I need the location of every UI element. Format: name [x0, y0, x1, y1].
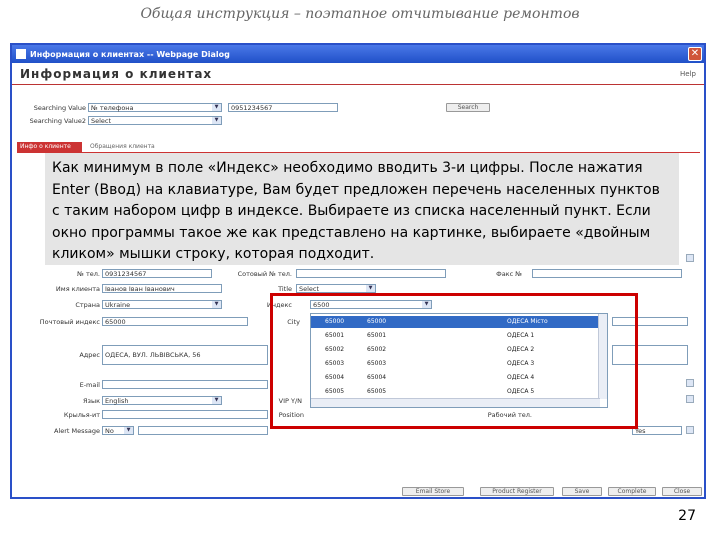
page-header: Информация о клиентах Help: [12, 63, 704, 85]
list-item-code: 65003: [325, 360, 345, 367]
fax-label: Факс №: [496, 270, 522, 278]
mobile-label: Сотовый № тел.: [237, 270, 292, 278]
work-field[interactable]: [102, 410, 268, 419]
list-item-city: ОДЕСА Місто: [507, 318, 548, 325]
mobile-field[interactable]: [296, 269, 446, 278]
search-label-2: Searching Value2: [29, 117, 86, 125]
list-item-city: ОДЕСА 4: [507, 374, 535, 381]
page-title: Информация о клиентах: [20, 66, 213, 81]
tab-client-info[interactable]: Инфо о клиенте: [17, 142, 82, 152]
lang-select[interactable]: English ▼: [102, 396, 222, 405]
scroll-icon[interactable]: [686, 395, 694, 403]
list-item-city: ОДЕСА 3: [507, 360, 535, 367]
address-label: Адрес: [79, 351, 100, 359]
email-label: E-mail: [79, 381, 100, 389]
list-item[interactable]: 65004 65004 ОДЕСА 4: [311, 372, 599, 384]
country-select-value: Ukraine: [105, 301, 131, 309]
list-item-code: 65005: [325, 388, 345, 395]
list-item-code: 65001: [325, 332, 345, 339]
postal-field[interactable]: 65000: [102, 317, 248, 326]
list-item-index: 65003: [367, 360, 387, 367]
list-item-city: ОДЕСА 2: [507, 346, 535, 353]
name-label: Имя клиента: [55, 285, 100, 293]
search-label-1: Searching Value: [33, 104, 86, 112]
search-select-1[interactable]: № телефона ▼: [88, 103, 222, 112]
title-select-value: Select: [299, 285, 320, 293]
list-item-code: 65002: [325, 346, 345, 353]
name-field[interactable]: Іванов Іван Іванович: [102, 284, 222, 293]
alert-label: Alert Message: [53, 427, 100, 435]
close-icon[interactable]: ✕: [688, 47, 702, 61]
dropdown-scrollbar-vertical[interactable]: [598, 314, 607, 399]
search-select-1-value: № телефона: [91, 104, 134, 112]
address-field[interactable]: ОДЕСА, ВУЛ. ЛЬВІВСЬКА, 56: [102, 345, 268, 365]
list-item-code: 65004: [325, 374, 345, 381]
country-select[interactable]: Ukraine ▼: [102, 300, 222, 309]
list-item-index: 65000: [367, 318, 387, 325]
chevron-down-icon: ▼: [212, 104, 221, 111]
page-number: 27: [678, 508, 696, 524]
list-item[interactable]: 65003 65003 ОДЕСА 3: [311, 358, 599, 370]
chevron-down-icon: ▼: [212, 301, 221, 308]
search-button[interactable]: Search: [446, 103, 490, 112]
scroll-icon[interactable]: [686, 254, 694, 262]
list-item-code: 65000: [325, 318, 345, 325]
list-item[interactable]: 65000 65000 ОДЕСА Місто: [311, 316, 599, 328]
search-select-2-value: Select: [91, 117, 112, 125]
lang-select-value: English: [105, 397, 129, 405]
alert-text-field[interactable]: [138, 426, 268, 435]
search-select-2[interactable]: Select ▼: [88, 116, 222, 125]
close-button[interactable]: Close: [662, 487, 702, 496]
list-item-index: 65001: [367, 332, 387, 339]
window-title: Информация о клиентах -- Webpage Dialog: [30, 49, 230, 59]
instruction-callout: Как минимум в поле «Индекс» необходимо в…: [45, 153, 679, 265]
list-item-index: 65005: [367, 388, 387, 395]
work-label: Крылья-ит: [63, 411, 100, 419]
list-item[interactable]: 65002 65002 ОДЕСА 2: [311, 344, 599, 356]
postal-label: Почтовый индекс: [39, 318, 100, 326]
title-select[interactable]: Select ▼: [296, 284, 376, 293]
search-input[interactable]: 0951234567: [228, 103, 338, 112]
list-item[interactable]: 65001 65001 ОДЕСА 1: [311, 330, 599, 342]
phone-label: № тел.: [77, 270, 100, 278]
yes-field[interactable]: Yes: [632, 426, 682, 435]
product-register-button[interactable]: Product Register: [480, 487, 554, 496]
email-store-button[interactable]: Email Store: [402, 487, 464, 496]
list-item[interactable]: 65005 65005 ОДЕСА 5: [311, 386, 599, 398]
tab-client-requests[interactable]: Обращения клиента: [90, 142, 170, 152]
fax-field[interactable]: [532, 269, 682, 278]
country-label: Страна: [75, 301, 100, 309]
list-item-city: ОДЕСА 5: [507, 388, 535, 395]
dropdown-scrollbar-horizontal[interactable]: [311, 398, 600, 407]
help-link[interactable]: Help: [680, 70, 696, 78]
list-item-city: ОДЕСА 1: [507, 332, 535, 339]
list-item-index: 65004: [367, 374, 387, 381]
phone-field[interactable]: 0931234567: [102, 269, 212, 278]
chevron-down-icon: ▼: [366, 285, 375, 292]
dialog-window: Информация о клиентах -- Webpage Dialog …: [10, 43, 706, 499]
scroll-icon[interactable]: [686, 426, 694, 434]
chevron-down-icon: ▼: [212, 397, 221, 404]
app-icon: [16, 49, 26, 59]
window-titlebar[interactable]: Информация о клиентах -- Webpage Dialog …: [12, 45, 704, 63]
complete-button[interactable]: Complete: [608, 487, 656, 496]
list-item-index: 65002: [367, 346, 387, 353]
scroll-icon[interactable]: [686, 379, 694, 387]
title-label: Title: [278, 285, 292, 293]
slide-title: Общая инструкция – поэтапное отчитывание…: [140, 6, 580, 22]
chevron-down-icon: ▼: [124, 427, 133, 434]
chevron-down-icon: ▼: [212, 117, 221, 124]
locality-dropdown[interactable]: 65000 65000 ОДЕСА Місто 65001 65001 ОДЕСА 1 …: [310, 313, 608, 408]
alert-select[interactable]: No ▼: [102, 426, 134, 435]
lang-label: Язык: [82, 397, 100, 405]
email-field[interactable]: [102, 380, 268, 389]
action-bar: Email Store Product Register Save Comple…: [14, 487, 704, 499]
save-button[interactable]: Save: [562, 487, 602, 496]
alert-select-value: No: [105, 427, 114, 435]
